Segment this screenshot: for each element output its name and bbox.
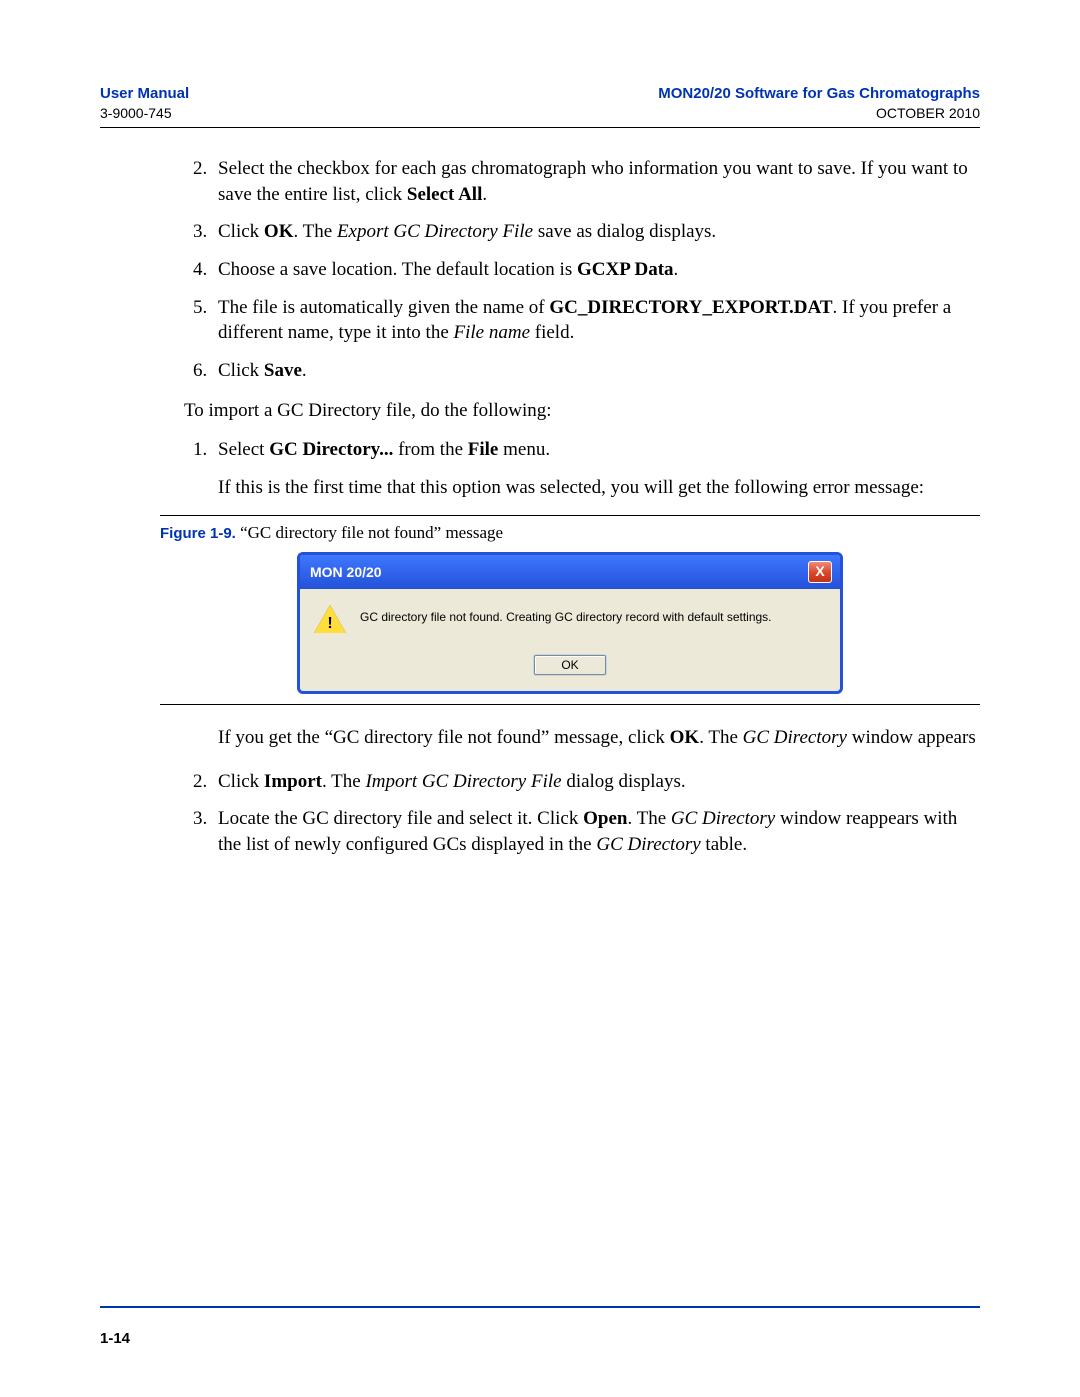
export-dialog-name: Export GC Directory File <box>337 221 533 242</box>
list-item: Click OK. The Export GC Directory File s… <box>212 219 980 245</box>
header-rule <box>100 127 980 128</box>
footer-rule <box>100 1306 980 1308</box>
post-figure-paragraph: If you get the “GC directory file not fo… <box>184 725 980 751</box>
list-item: Select the checkbox for each gas chromat… <box>212 156 980 207</box>
header-title-right: MON20/20 Software for Gas Chromatographs <box>658 84 980 104</box>
text: table. <box>701 834 747 855</box>
text: Select the checkbox for each gas chromat… <box>218 158 968 205</box>
text: dialog displays. <box>562 771 686 792</box>
select-all-label: Select All <box>407 184 482 205</box>
list-item: Choose a save location. The default loca… <box>212 257 980 283</box>
figure-caption-text: “GC directory file not found” message <box>236 523 503 542</box>
dialog-titlebar: MON 20/20 X <box>300 555 840 589</box>
figure-rule-top <box>160 515 980 516</box>
list-item: Click Save. <box>212 358 980 384</box>
text: . The <box>627 808 670 829</box>
header-right: MON20/20 Software for Gas Chromatographs… <box>658 84 980 123</box>
text: Choose a save location. The default loca… <box>218 259 577 280</box>
filename-field-label: File name <box>454 322 531 343</box>
text: . <box>302 360 307 381</box>
file-menu-label: File <box>468 439 499 460</box>
warning-icon <box>314 605 346 633</box>
gc-directory-window-label: GC Directory <box>743 727 847 748</box>
figure-label: Figure 1-9. <box>160 525 236 542</box>
text: from the <box>393 439 467 460</box>
list-item: Locate the GC directory file and select … <box>212 806 980 857</box>
ok-label: OK <box>670 727 700 748</box>
page-header: User Manual 3-9000-745 MON20/20 Software… <box>100 84 980 123</box>
error-intro-paragraph: If this is the first time that this opti… <box>218 475 980 501</box>
import-steps-list-cont: If you get the “GC directory file not fo… <box>160 725 980 858</box>
export-filename-label: GC_DIRECTORY_EXPORT.DAT <box>549 297 832 318</box>
export-steps-list: Select the checkbox for each gas chromat… <box>160 156 980 383</box>
text: If you get the “GC directory file not fo… <box>218 727 670 748</box>
text: The file is automatically given the name… <box>218 297 549 318</box>
header-sub-left: 3-9000-745 <box>100 104 189 123</box>
list-item: Select GC Directory... from the File men… <box>212 437 980 500</box>
gc-directory-window-label: GC Directory <box>671 808 775 829</box>
dialog-body: GC directory file not found. Creating GC… <box>300 589 840 691</box>
open-label: Open <box>583 808 627 829</box>
gc-directory-menu-label: GC Directory... <box>269 439 393 460</box>
import-steps-list: Select GC Directory... from the File men… <box>160 437 980 500</box>
error-dialog: MON 20/20 X GC directory file not found.… <box>297 552 843 694</box>
text: . The <box>293 221 336 242</box>
figure-wrap: MON 20/20 X GC directory file not found.… <box>160 552 980 694</box>
ok-label: OK <box>264 221 294 242</box>
figure-rule-bottom <box>160 704 980 705</box>
text: save as dialog displays. <box>533 221 716 242</box>
text: Click <box>218 221 264 242</box>
import-intro-paragraph: To import a GC Directory file, do the fo… <box>184 398 980 424</box>
text: field. <box>530 322 574 343</box>
text: Click <box>218 360 264 381</box>
import-dialog-name: Import GC Directory File <box>365 771 561 792</box>
header-left: User Manual 3-9000-745 <box>100 84 189 123</box>
dialog-content-row: GC directory file not found. Creating GC… <box>314 605 826 633</box>
text: . The <box>322 771 365 792</box>
gc-directory-table-label: GC Directory <box>596 834 700 855</box>
page-number: 1-14 <box>100 1329 130 1349</box>
text: Select <box>218 439 269 460</box>
text: Locate the GC directory file and select … <box>218 808 583 829</box>
default-location-label: GCXP Data <box>577 259 674 280</box>
close-icon[interactable]: X <box>808 561 832 583</box>
header-title-left: User Manual <box>100 84 189 104</box>
list-item: Click Import. The Import GC Directory Fi… <box>212 769 980 795</box>
text: menu. <box>498 439 550 460</box>
manual-page: User Manual 3-9000-745 MON20/20 Software… <box>0 0 1080 1397</box>
dialog-button-row: OK <box>314 651 826 677</box>
figure-caption: Figure 1-9. “GC directory file not found… <box>160 522 980 545</box>
page-body: Select the checkbox for each gas chromat… <box>100 156 980 858</box>
text: . <box>482 184 487 205</box>
import-label: Import <box>264 771 322 792</box>
list-item: The file is automatically given the name… <box>212 295 980 346</box>
save-label: Save <box>264 360 302 381</box>
text: window appears <box>847 727 976 748</box>
text: Click <box>218 771 264 792</box>
ok-button[interactable]: OK <box>534 655 605 675</box>
header-sub-right: OCTOBER 2010 <box>658 104 980 123</box>
text: . <box>674 259 679 280</box>
dialog-title-text: MON 20/20 <box>310 563 382 582</box>
dialog-message: GC directory file not found. Creating GC… <box>360 605 772 625</box>
text: . The <box>699 727 742 748</box>
